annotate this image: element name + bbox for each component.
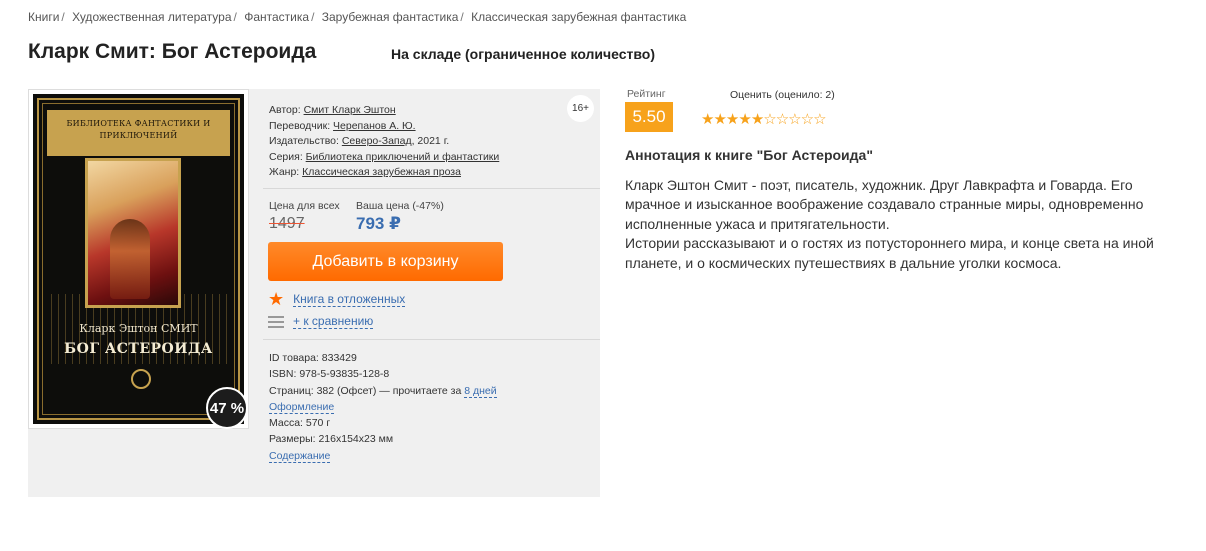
new-price: 793 ₽ [356, 214, 401, 233]
author-link[interactable]: Смит Кларк Эштон [304, 104, 396, 116]
star-empty-icon[interactable]: ☆ [763, 111, 776, 128]
star-filled-icon[interactable]: ★ [726, 111, 739, 128]
detail-translator: Переводчик: Черепанов А. Ю. [269, 119, 499, 135]
age-rating-badge: 16+ [567, 95, 594, 122]
price-all-label: Цена для всех [269, 200, 340, 212]
detail-series: Серия: Библиотека приключений и фантасти… [269, 150, 499, 166]
publish-year: , 2021 г. [411, 135, 450, 148]
spec-contents: Содержание [269, 448, 497, 464]
spec-pages-text: Страниц: 382 (Офсет) — прочитаете за [269, 384, 462, 397]
detail-label: Издательство: [269, 135, 339, 148]
annotation-text: Кларк Эштон Смит - поэт, писатель, худож… [625, 176, 1165, 273]
book-details: Автор: Смит Кларк Эштон Переводчик: Чере… [269, 103, 499, 181]
cover-image: БИБЛИОТЕКА ФАНТАСТИКИ И ПРИКЛЮЧЕНИЙ Клар… [33, 94, 244, 424]
spec-design: Оформление [269, 399, 497, 415]
breadcrumb-item[interactable]: Книги [28, 10, 59, 24]
spec-id: ID товара: 833429 [269, 352, 357, 364]
detail-label: Автор: [269, 104, 301, 116]
deferred-link[interactable]: ★ Книга в отложенных [268, 289, 406, 309]
star-filled-icon[interactable]: ★ [738, 111, 751, 128]
detail-label: Переводчик: [269, 119, 331, 132]
breadcrumb-item[interactable]: Фантастика [244, 10, 309, 24]
book-cover[interactable]: БИБЛИОТЕКА ФАНТАСТИКИ И ПРИКЛЮЧЕНИЙ Клар… [28, 89, 249, 429]
stock-status: На складе (ограниченное количество) [391, 46, 656, 62]
breadcrumb-separator: / [233, 10, 237, 24]
rating-stars[interactable]: ★★★★★☆☆☆☆☆ [701, 110, 827, 128]
your-price-label: Ваша цена (-47%) [356, 200, 444, 212]
detail-genre: Жанр: Классическая зарубежная проза [269, 165, 499, 181]
annotation-title: Аннотация к книге "Бог Астероида" [625, 147, 873, 163]
rating-label: Рейтинг [627, 88, 666, 100]
star-empty-icon[interactable]: ☆ [776, 111, 789, 128]
discount-badge: 47 % [206, 387, 248, 429]
star-empty-icon[interactable]: ☆ [788, 111, 801, 128]
star-filled-icon[interactable]: ★ [701, 111, 714, 128]
list-icon [268, 315, 284, 328]
page-title: Кларк Смит: Бог Астероида [28, 40, 317, 63]
annotation-paragraph: Кларк Эштон Смит - поэт, писатель, худож… [625, 177, 1144, 232]
detail-label: Жанр: [269, 166, 300, 179]
breadcrumb: Книги / Художественная литература / Фантас… [28, 10, 686, 24]
compare-link[interactable]: + к сравнению [268, 314, 374, 329]
star-filled-icon[interactable]: ★ [751, 111, 764, 128]
spec-size: Размеры: 216x154x23 мм [269, 433, 394, 446]
spec-mass: Масса: 570 г [269, 417, 331, 430]
breadcrumb-item[interactable]: Зарубежная фантастика [322, 10, 459, 24]
genre-link[interactable]: Классическая зарубежная проза [302, 166, 461, 178]
rating-value: 5.50 [625, 102, 673, 132]
cover-illustration [85, 158, 181, 308]
cover-series: БИБЛИОТЕКА ФАНТАСТИКИ И ПРИКЛЮЧЕНИЙ [47, 110, 230, 156]
contents-link[interactable]: Содержание [269, 449, 331, 463]
cover-title: БОГ АСТЕРОИДА [64, 341, 213, 357]
reading-days-link[interactable]: 8 дней [464, 384, 497, 398]
compare-label[interactable]: + к сравнению [293, 314, 374, 329]
annotation-paragraph: Истории рассказывают и о гостях из потус… [625, 235, 1154, 271]
star-empty-icon[interactable]: ☆ [801, 111, 814, 128]
design-link[interactable]: Оформление [269, 400, 335, 414]
old-price: 1497 [269, 215, 305, 232]
divider [263, 188, 600, 189]
translator-link[interactable]: Черепанов А. Ю. [333, 120, 416, 132]
detail-publisher: Издательство: Северо-Запад, 2021 г. [269, 134, 499, 150]
breadcrumb-item[interactable]: Художественная литература [72, 10, 231, 24]
detail-label: Серия: [269, 150, 303, 163]
spec-pages: Страниц: 382 (Офсет) — прочитаете за 8 д… [269, 383, 497, 399]
add-to-cart-button[interactable]: Добавить в корзину [268, 242, 503, 281]
breadcrumb-separator: / [311, 10, 315, 24]
product-specs: ID товара: 833429 ISBN: 978-5-93835-128-… [269, 350, 497, 464]
star-icon: ★ [268, 289, 285, 309]
detail-author: Автор: Смит Кларк Эштон [269, 103, 499, 119]
star-empty-icon[interactable]: ☆ [813, 111, 826, 128]
spec-isbn: ISBN: 978-5-93835-128-8 [269, 368, 390, 381]
breadcrumb-separator: / [61, 10, 65, 24]
deferred-label[interactable]: Книга в отложенных [293, 292, 406, 307]
breadcrumb-separator: / [460, 10, 464, 24]
publisher-link[interactable]: Северо-Запад [342, 135, 412, 147]
series-link[interactable]: Библиотека приключений и фантастики [306, 151, 500, 163]
star-filled-icon[interactable]: ★ [713, 111, 726, 128]
cover-emblem-icon [131, 369, 151, 389]
breadcrumb-item[interactable]: Классическая зарубежная фантастика [471, 10, 686, 24]
divider [263, 339, 600, 340]
cover-author: Кларк Эштон СМИТ [79, 322, 198, 335]
cover-figure [110, 219, 150, 299]
rate-label: Оценить (оценило: 2) [730, 89, 835, 101]
